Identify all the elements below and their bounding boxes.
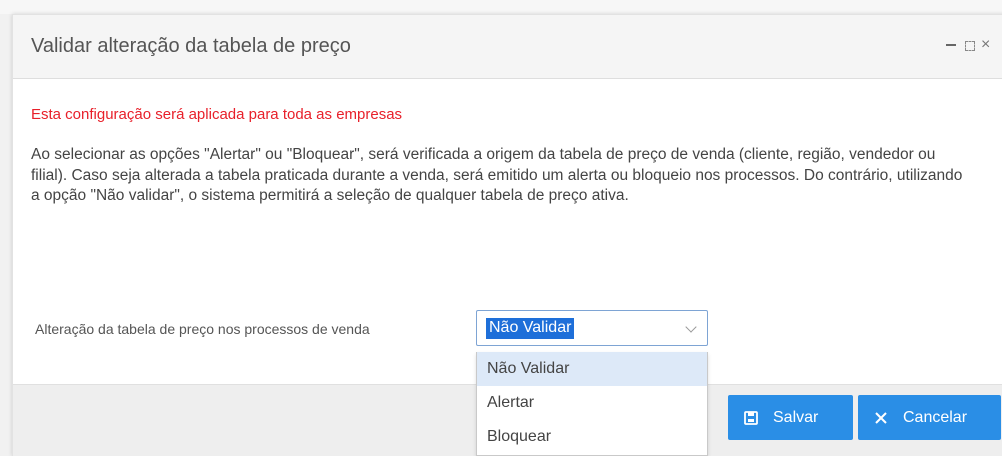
description-text: Ao selecionar as opções "Alertar" ou "Bl… bbox=[31, 146, 963, 204]
save-button-label: Salvar bbox=[773, 408, 819, 426]
cancel-button[interactable]: Cancelar bbox=[858, 395, 1001, 440]
chevron-down-icon bbox=[685, 321, 697, 333]
close-icon[interactable]: × bbox=[981, 35, 990, 55]
price-table-dropdown-list: Não Validar Alertar Bloquear bbox=[476, 352, 708, 456]
background-strip bbox=[0, 0, 1002, 14]
price-table-select[interactable]: Não Validar bbox=[476, 310, 708, 346]
select-current-value: Não Validar bbox=[486, 318, 575, 339]
dialog-title: Validar alteração da tabela de preço bbox=[31, 35, 351, 57]
price-table-dialog: Validar alteração da tabela de preço × E… bbox=[12, 14, 1002, 456]
close-x-icon bbox=[872, 411, 890, 424]
save-icon bbox=[742, 410, 760, 425]
dialog-titlebar: Validar alteração da tabela de preço × bbox=[13, 15, 1002, 79]
dropdown-option-bloquear[interactable]: Bloquear bbox=[477, 420, 707, 454]
dropdown-option-alertar[interactable]: Alertar bbox=[477, 386, 707, 420]
maximize-icon[interactable] bbox=[965, 35, 975, 57]
minimize-icon[interactable] bbox=[945, 35, 957, 61]
save-button[interactable]: Salvar bbox=[728, 395, 853, 440]
cancel-button-label: Cancelar bbox=[903, 408, 968, 426]
dropdown-option-nao-validar[interactable]: Não Validar bbox=[477, 352, 707, 386]
warning-message: Esta configuração será aplicada para tod… bbox=[31, 106, 403, 123]
price-table-field-label: Alteração da tabela de preço nos process… bbox=[35, 321, 370, 337]
